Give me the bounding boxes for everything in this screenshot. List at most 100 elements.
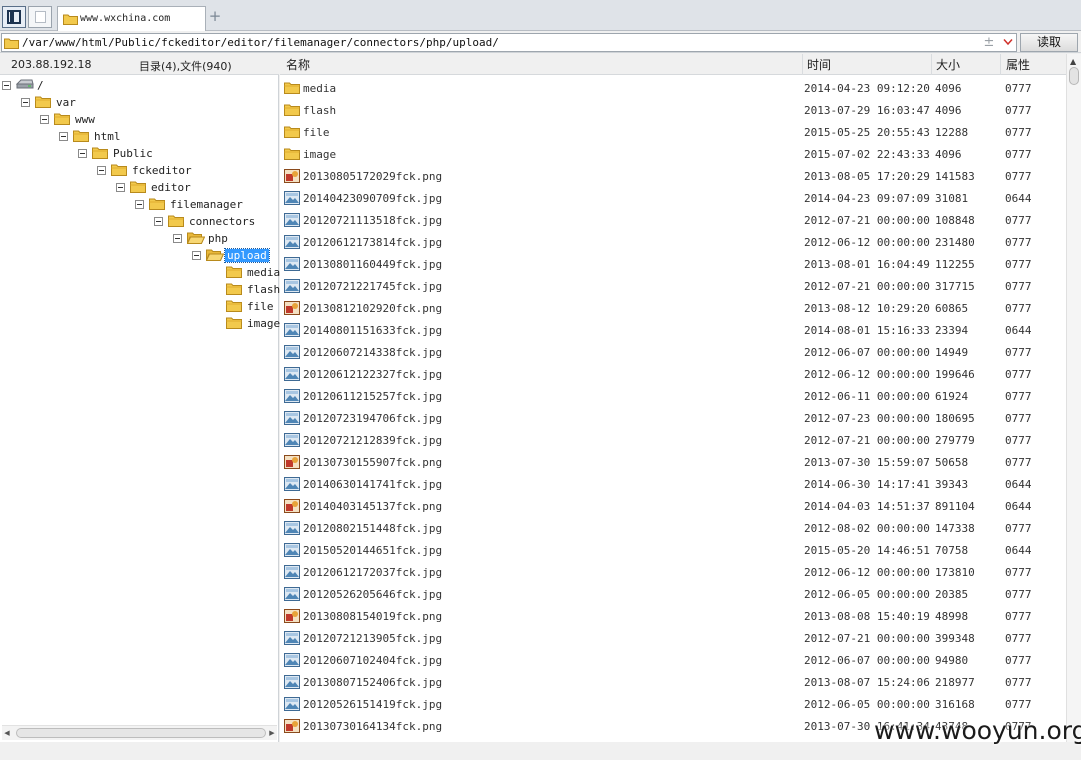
collapse-icon[interactable]	[97, 166, 106, 175]
file-name: 20120723194706fck.jpg	[303, 412, 443, 425]
file-row[interactable]: 20120612172037fck.jpg 2012-06-12 00:00:00…	[280, 562, 1066, 582]
column-header-size[interactable]: 大小	[932, 57, 960, 73]
column-header-time[interactable]: 时间	[803, 57, 831, 73]
file-row[interactable]: 20130730164134fck.png 2013-07-30 16:41:34…	[280, 716, 1066, 736]
file-row[interactable]: 20120612173814fck.jpg 2012-06-12 00:00:00…	[280, 232, 1066, 252]
scroll-right-icon[interactable]: ▶	[268, 729, 276, 738]
path-stepper[interactable]: ±	[982, 35, 996, 50]
folder-icon	[4, 38, 19, 49]
file-row[interactable]: 20150520144651fck.jpg 2015-05-20 14:46:51…	[280, 540, 1066, 560]
file-row[interactable]: 20120612122327fck.jpg 2012-06-12 00:00:00…	[280, 364, 1066, 384]
tree-node-php[interactable]: php	[0, 231, 279, 246]
column-divider[interactable]	[1000, 54, 1001, 75]
tree-node-upload[interactable]: upload	[0, 248, 279, 263]
file-row[interactable]: 20140801151633fck.jpg 2014-08-01 15:16:33…	[280, 320, 1066, 340]
file-row[interactable]: 20120607214338fck.jpg 2012-06-07 00:00:00…	[280, 342, 1066, 362]
horizontal-scrollbar[interactable]: ◀ ▶	[2, 725, 277, 740]
file-size: 180695	[935, 412, 975, 425]
file-row[interactable]: 20120607102404fck.jpg 2012-06-07 00:00:00…	[280, 650, 1066, 670]
file-attr: 0777	[1005, 390, 1032, 403]
file-size: 20385	[935, 588, 969, 601]
file-row[interactable]: 20140403145137fck.png 2014-04-03 14:51:37…	[280, 496, 1066, 516]
file-row[interactable]: 20130805172029fck.png 2013-08-05 17:20:29…	[280, 166, 1066, 186]
tree-node-[interactable]: /	[0, 78, 279, 93]
new-tab-button[interactable]: +	[208, 8, 222, 24]
column-header-name[interactable]: 名称	[282, 57, 310, 73]
collapse-icon[interactable]	[2, 81, 11, 90]
collapse-icon[interactable]	[59, 132, 68, 141]
scroll-left-icon[interactable]: ◀	[3, 729, 11, 738]
folder-row[interactable]: image 2015-07-02 22:43:33 4096 0777	[280, 144, 1066, 164]
file-row[interactable]: 20120526151419fck.jpg 2012-06-05 00:00:00…	[280, 694, 1066, 714]
tree-node-filemanager[interactable]: filemanager	[0, 197, 279, 212]
blank-page-button[interactable]	[28, 6, 52, 28]
tree-node-file[interactable]: file	[0, 299, 279, 314]
folder-icon	[111, 164, 127, 176]
tree-node-media[interactable]: media	[0, 265, 280, 280]
collapse-icon[interactable]	[40, 115, 49, 124]
file-size: 173810	[935, 566, 975, 579]
tree-node-Public[interactable]: Public	[0, 146, 279, 161]
file-row[interactable]: 20120721213905fck.jpg 2012-07-21 00:00:00…	[280, 628, 1066, 648]
collapse-icon[interactable]	[135, 200, 144, 209]
file-time: 2015-07-02 22:43:33	[804, 148, 930, 161]
scrollbar-thumb[interactable]	[16, 728, 266, 738]
folder-row[interactable]: flash 2013-07-29 16:03:47 4096 0777	[280, 100, 1066, 120]
file-time: 2013-08-08 15:40:19	[804, 610, 930, 623]
collapse-icon[interactable]	[173, 234, 182, 243]
file-row[interactable]: 20120526205646fck.jpg 2012-06-05 00:00:00…	[280, 584, 1066, 604]
tree-node-connectors[interactable]: connectors	[0, 214, 279, 229]
tree-node-fckeditor[interactable]: fckeditor	[0, 163, 279, 178]
read-button[interactable]: 读取	[1020, 33, 1078, 52]
file-row[interactable]: 20130801160449fck.jpg 2013-08-01 16:04:49…	[280, 254, 1066, 274]
file-size: 141583	[935, 170, 975, 183]
file-name: 20130730155907fck.png	[303, 456, 443, 469]
collapse-icon[interactable]	[154, 217, 163, 226]
file-size: 94980	[935, 654, 969, 667]
tree-header: 203.88.192.18 目录(4),文件(940)	[0, 54, 279, 75]
file-time: 2013-07-29 16:03:47	[804, 104, 930, 117]
file-row[interactable]: 20120721212839fck.jpg 2012-07-21 00:00:00…	[280, 430, 1066, 450]
tree-node-www[interactable]: www	[0, 112, 279, 127]
file-row[interactable]: 20130812102920fck.png 2013-08-12 10:29:20…	[280, 298, 1066, 318]
panel-toggle-button[interactable]	[2, 6, 26, 28]
file-row[interactable]: 20130730155907fck.png 2013-07-30 15:59:07…	[280, 452, 1066, 472]
path-input[interactable]	[22, 35, 972, 50]
file-row[interactable]: 20120721113518fck.jpg 2012-07-21 00:00:00…	[280, 210, 1066, 230]
file-row[interactable]: 20120611215257fck.jpg 2012-06-11 00:00:00…	[280, 386, 1066, 406]
file-row[interactable]: 20120802151448fck.jpg 2012-08-02 00:00:00…	[280, 518, 1066, 538]
collapse-icon[interactable]	[116, 183, 125, 192]
scrollbar-thumb[interactable]	[1069, 67, 1079, 85]
browser-tab[interactable]: www.wxchina.com	[57, 6, 206, 31]
file-row[interactable]: 20120723194706fck.jpg 2012-07-23 00:00:00…	[280, 408, 1066, 428]
file-attr: 0777	[1005, 126, 1032, 139]
png-file-icon	[284, 609, 300, 623]
tree-node-var[interactable]: var	[0, 95, 279, 110]
tree-node-label: connectors	[189, 215, 256, 228]
collapse-icon[interactable]	[78, 149, 87, 158]
folder-row[interactable]: media 2014-04-23 09:12:20 4096 0777	[280, 78, 1066, 98]
tree-node-image[interactable]: image	[0, 316, 280, 331]
file-time: 2014-08-01 15:16:33	[804, 324, 930, 337]
tree-node-html[interactable]: html	[0, 129, 279, 144]
tree-node-editor[interactable]: editor	[0, 180, 279, 195]
folder-icon	[226, 283, 242, 295]
chevron-down-icon[interactable]	[1003, 38, 1013, 46]
column-header-attr[interactable]: 属性	[1002, 57, 1030, 73]
file-row[interactable]: 20130808154019fck.png 2013-08-08 15:40:19…	[280, 606, 1066, 626]
folder-row[interactable]: file 2015-05-25 20:55:43 12288 0777	[280, 122, 1066, 142]
collapse-icon[interactable]	[21, 98, 30, 107]
file-row[interactable]: 20130807152406fck.jpg 2013-08-07 15:24:06…	[280, 672, 1066, 692]
file-row[interactable]: 20140423090709fck.jpg 2014-04-23 09:07:09…	[280, 188, 1066, 208]
file-row[interactable]: 20140630141741fck.jpg 2014-06-30 14:17:41…	[280, 474, 1066, 494]
file-time: 2014-04-23 09:12:20	[804, 82, 930, 95]
file-size: 60865	[935, 302, 969, 315]
file-row[interactable]: 20120721221745fck.jpg 2012-07-21 00:00:00…	[280, 276, 1066, 296]
file-attr: 0777	[1005, 170, 1032, 183]
scroll-up-icon[interactable]: ▲	[1070, 57, 1076, 66]
collapse-icon[interactable]	[192, 251, 201, 260]
png-file-icon	[284, 719, 300, 733]
vertical-scrollbar[interactable]: ▲	[1066, 54, 1081, 742]
tree-node-flash[interactable]: flash	[0, 282, 280, 297]
folder-open-icon	[187, 232, 205, 244]
